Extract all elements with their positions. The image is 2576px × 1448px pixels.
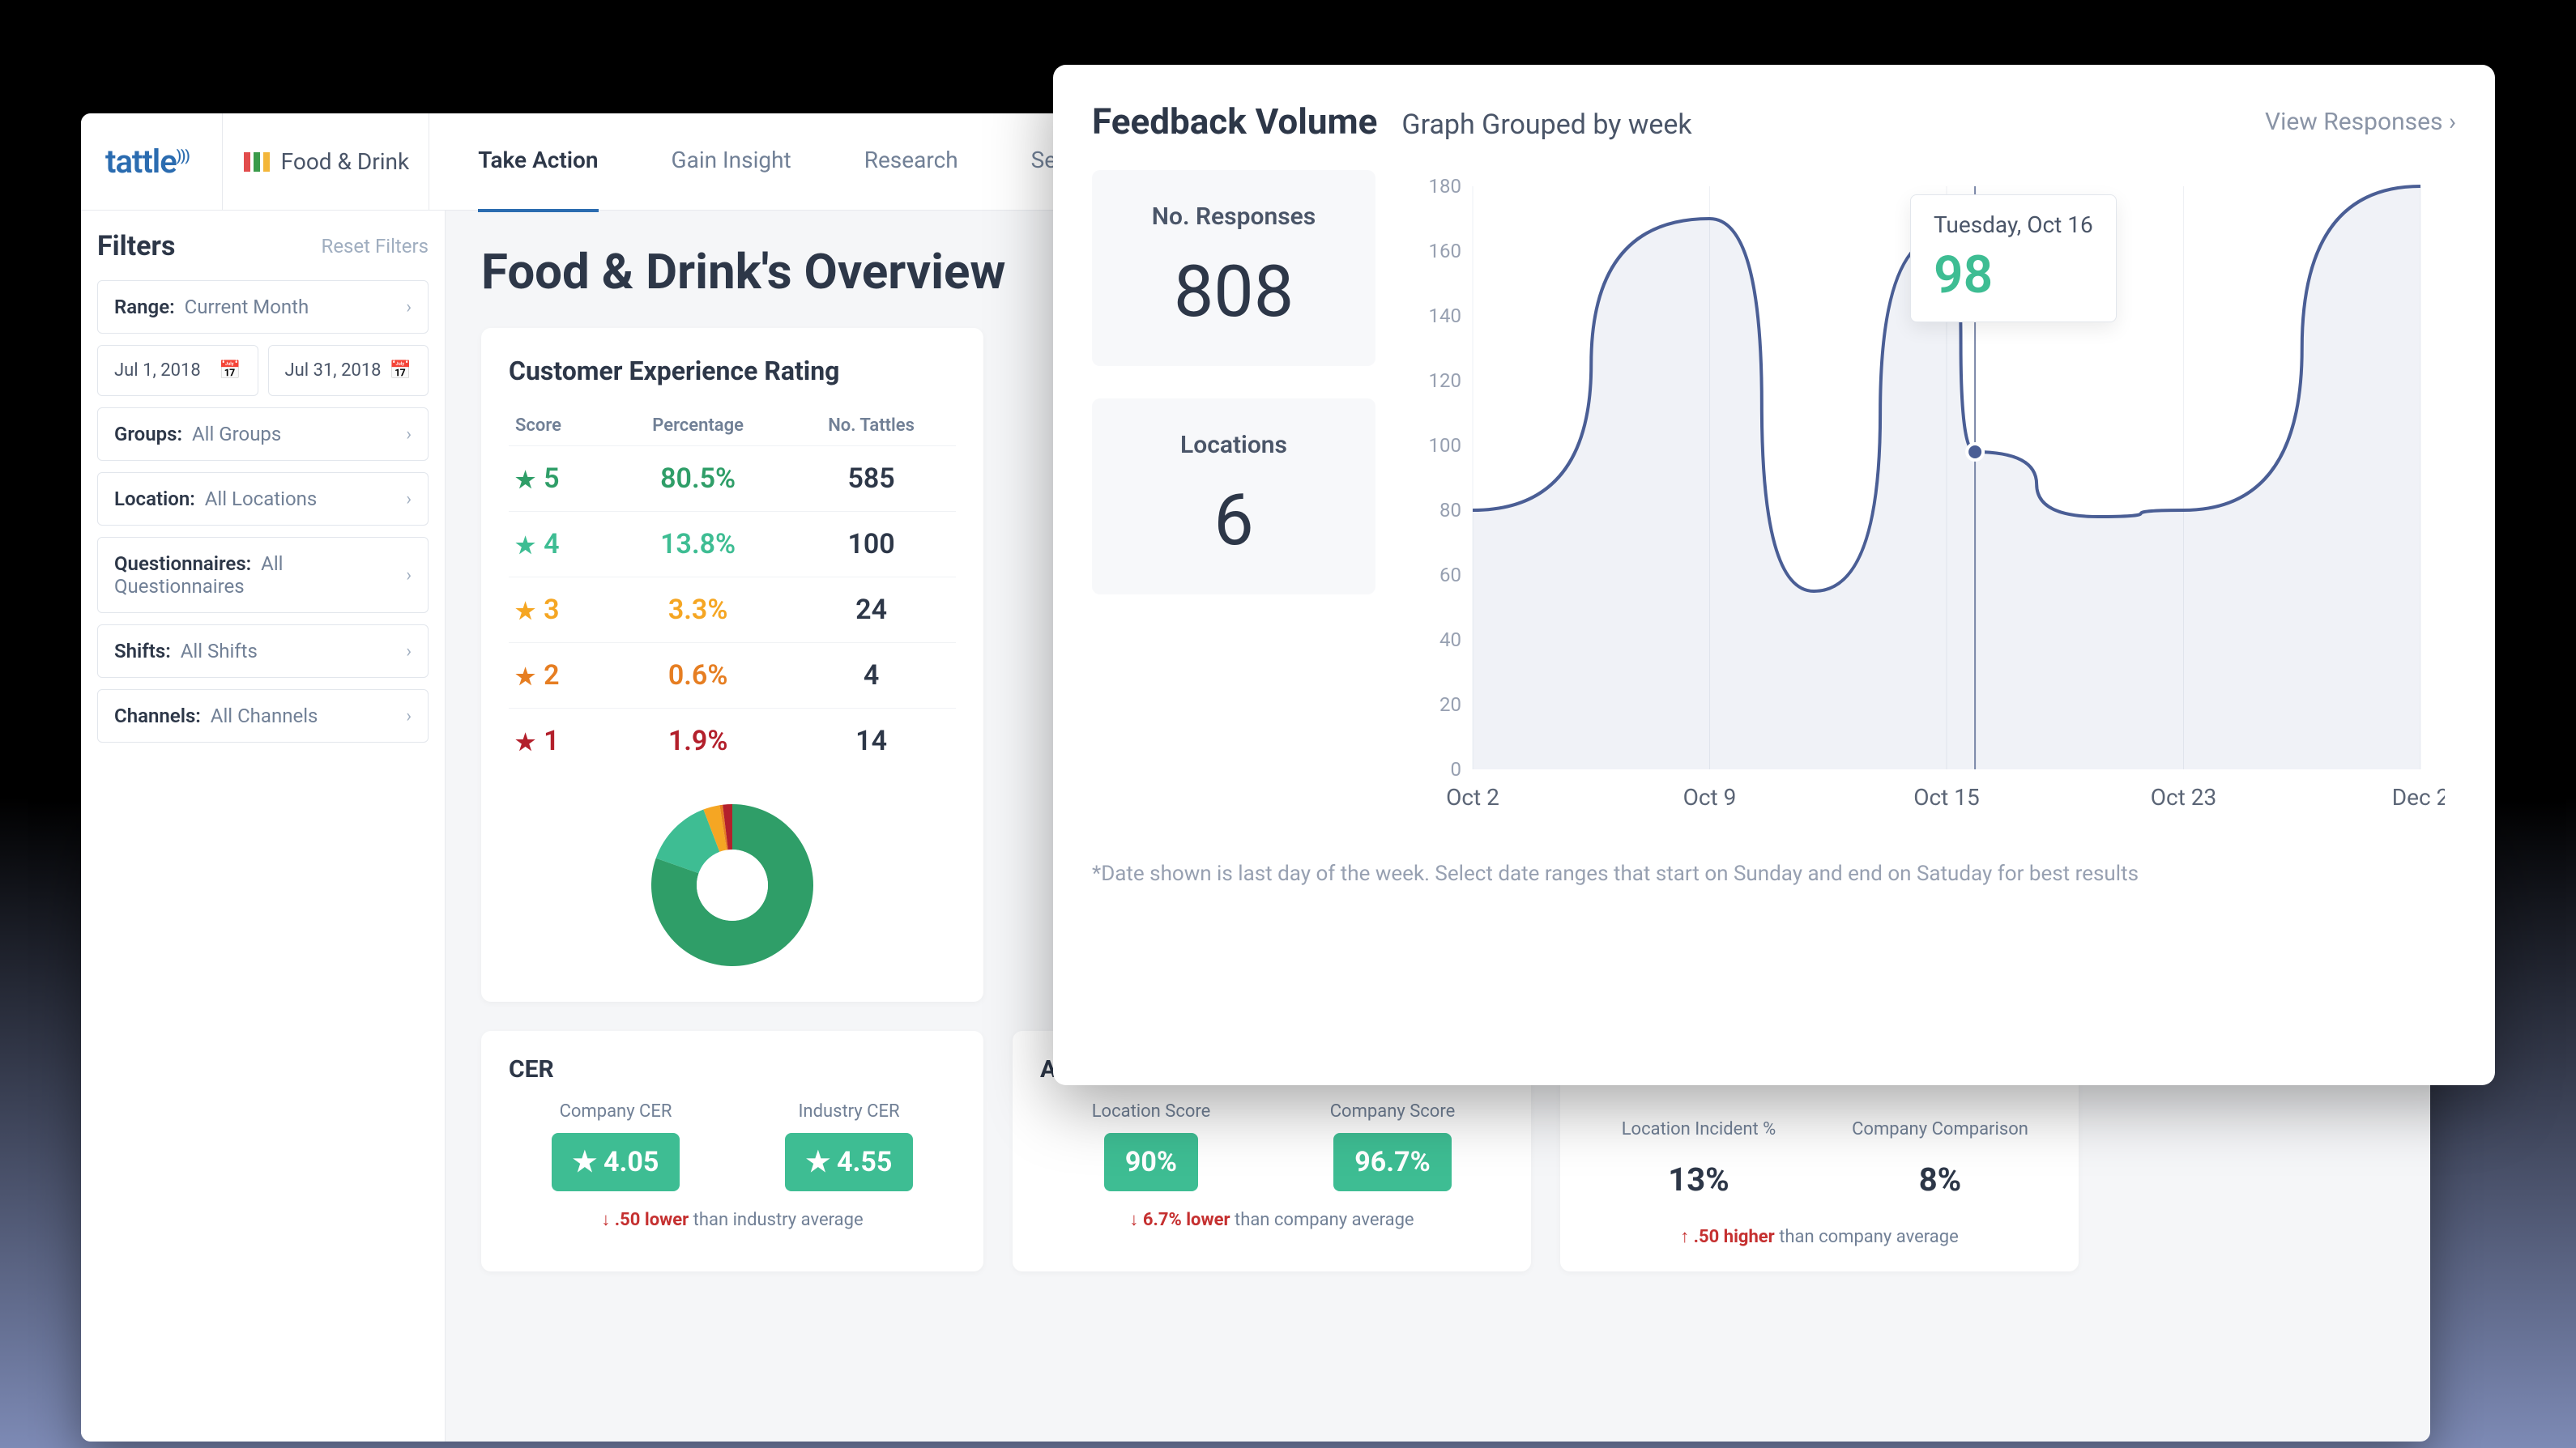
cer-donut-chart [509,796,956,974]
svg-text:Dec 2: Dec 2 [2392,784,2445,811]
svg-text:80: 80 [1439,499,1461,522]
tab-take-action[interactable]: Take Action [478,113,598,212]
svg-text:Oct 9: Oct 9 [1683,784,1737,811]
company-comparison-value: 8% [1829,1151,2051,1208]
brand-label: Food & Drink [281,148,410,175]
star-icon: ★ [573,1146,597,1178]
svg-text:140: 140 [1429,305,1461,327]
date-from-input[interactable]: Jul 1, 2018📅 [97,345,258,396]
cer-table: Score Percentage No. Tattles ★580.5%585★… [509,406,956,773]
chevron-right-icon: › [406,641,412,662]
filter-row[interactable]: Shifts: All Shifts› [97,624,429,678]
cer-title: Customer Experience Rating [509,356,956,386]
fv-subtitle: Graph Grouped by week [1401,109,1691,141]
svg-text:Oct 2: Oct 2 [1446,784,1499,811]
feedback-volume-panel: Feedback Volume Graph Grouped by week Vi… [1053,65,2495,1085]
svg-text:120: 120 [1429,369,1461,392]
chevron-right-icon: › [406,489,412,509]
chevron-right-icon: › [406,706,412,726]
filter-row[interactable]: Channels: All Channels› [97,689,429,743]
filter-row[interactable]: Groups: All Groups› [97,407,429,461]
industry-cer-badge: ★4.55 [785,1133,914,1191]
chevron-right-icon: › [406,297,412,317]
location-score-badge: 90% [1104,1133,1198,1191]
feedback-volume-chart[interactable]: 0 20 40 60 80 100 120 140 160 180 Oct 2 Oct 9 Oct 15… [1408,170,2456,837]
filters-sidebar: Filters Reset Filters Range: Current Mon… [81,211,446,1442]
calendar-icon: 📅 [219,360,241,381]
fv-title: Feedback Volume [1092,100,1377,143]
date-to-input[interactable]: Jul 31, 2018📅 [268,345,429,396]
cer-card: Customer Experience Rating Score Percent… [481,328,983,1002]
arrow-down-icon: ↓ [601,1210,614,1230]
table-row: ★20.6%4 [509,643,956,709]
table-row: ★413.8%100 [509,512,956,577]
star-icon: ★ [806,1146,830,1178]
star-icon: ★ [515,466,535,493]
tab-gain-insight[interactable]: Gain Insight [672,113,791,212]
svg-text:0: 0 [1451,758,1462,781]
svg-text:180: 180 [1429,175,1461,198]
brand-chip[interactable]: Food & Drink [222,113,430,211]
fv-footnote: *Date shown is last day of the week. Sel… [1092,862,2456,886]
calendar-icon: 📅 [390,360,412,381]
location-incident-value: 13% [1588,1151,1810,1208]
company-cer-badge: ★4.05 [552,1133,680,1191]
locations-tile: Locations 6 [1092,398,1375,594]
star-icon: ★ [515,729,535,756]
svg-text:20: 20 [1439,693,1461,716]
filters-title: Filters [97,230,175,262]
svg-text:100: 100 [1429,434,1461,457]
star-icon: ★ [515,663,535,690]
svg-text:160: 160 [1429,240,1461,262]
table-row: ★11.9%14 [509,709,956,774]
company-score-badge: 96.7% [1333,1133,1452,1191]
svg-text:Oct 15: Oct 15 [1913,784,1980,811]
chart-tooltip: Tuesday, Oct 16 98 [1910,194,2117,322]
restaurant-icon [242,147,271,177]
table-row: ★580.5%585 [509,446,956,512]
arrow-up-icon: ↑ [1680,1227,1693,1247]
filter-row[interactable]: Location: All Locations› [97,472,429,526]
view-responses-link[interactable]: View Responses › [2265,108,2456,136]
chevron-right-icon: › [406,424,412,445]
svg-text:Oct 23: Oct 23 [2151,784,2217,811]
chevron-right-icon: › [406,565,412,586]
star-icon: ★ [515,598,535,624]
responses-tile: No. Responses 808 [1092,170,1375,366]
svg-text:40: 40 [1439,628,1461,651]
star-icon: ★ [515,532,535,559]
filter-row[interactable]: Questionnaires: All Questionnaires› [97,537,429,613]
reset-filters-link[interactable]: Reset Filters [322,235,429,258]
cer-summary-card: CER Company CER ★4.05 Industry CER ★4.55… [481,1031,983,1271]
table-row: ★33.3%24 [509,577,956,643]
svg-text:60: 60 [1439,564,1461,586]
tab-research[interactable]: Research [864,113,958,212]
logo: tattle))) [105,143,190,181]
filter-range[interactable]: Range: Current Month › [97,280,429,334]
nav-tabs: Take Action Gain Insight Research Setup [478,113,1089,212]
arrow-down-icon: ↓ [1129,1210,1142,1230]
